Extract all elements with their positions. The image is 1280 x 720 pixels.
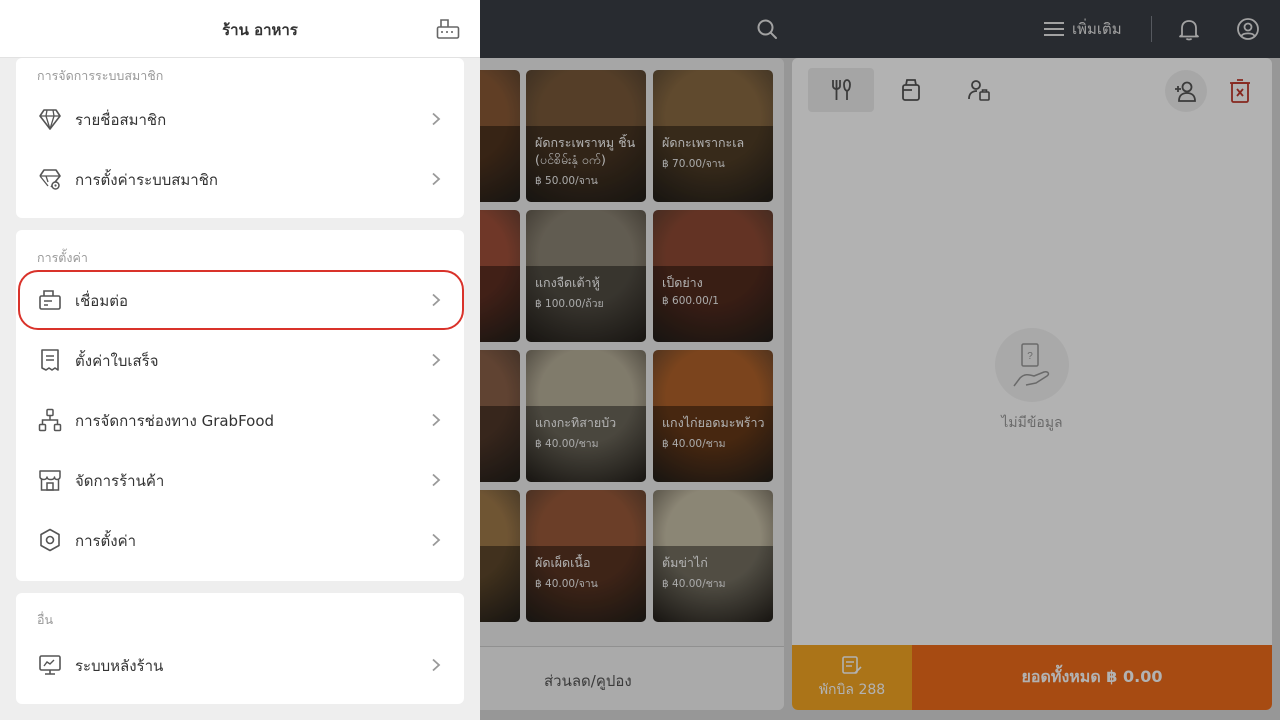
section-title-member: การจัดการระบบสมาชิก <box>37 68 164 83</box>
monitor-icon <box>39 655 61 675</box>
menu-item-label: จัดการร้านค้า <box>75 472 165 490</box>
menu-item-back-office[interactable]: ระบบหลังร้าน <box>16 635 464 695</box>
chevron-right-icon <box>432 533 441 547</box>
chevron-right-icon <box>432 658 441 672</box>
menu-item-label: การตั้งค่า <box>75 532 137 550</box>
store-icon <box>39 470 61 491</box>
menu-item-store-management[interactable]: จัดการร้านค้า <box>16 450 464 510</box>
drawer-header: ร้าน อาหาร <box>0 0 480 58</box>
menu-item-member-settings[interactable]: การตั้งค่าระบบสมาชิก <box>16 149 464 209</box>
section-title-other: อื่น <box>37 612 54 627</box>
settings-hex-icon <box>40 528 60 552</box>
menu-item-label: รายชื่อสมาชิก <box>75 111 167 129</box>
chevron-right-icon <box>432 353 441 367</box>
section-title-settings: การตั้งค่า <box>37 250 88 265</box>
menu-item-label: การตั้งค่าระบบสมาชิก <box>75 171 218 189</box>
menu-item-receipt-settings[interactable]: ตั้งค่าใบเสร็จ <box>16 330 464 390</box>
chevron-right-icon <box>432 413 441 427</box>
menu-item-label: ตั้งค่าใบเสร็จ <box>75 352 159 370</box>
chevron-right-icon <box>432 473 441 487</box>
menu-item-label: ระบบหลังร้าน <box>75 657 164 675</box>
menu-item-label: การจัดการช่องทาง GrabFood <box>75 412 275 430</box>
diamond-icon <box>39 109 61 130</box>
network-icon <box>38 408 62 432</box>
other-card: อื่น ระบบหลังร้าน <box>16 593 464 704</box>
menu-item-grabfood-channel[interactable]: การจัดการช่องทาง GrabFood <box>16 390 464 450</box>
menu-item-member-list[interactable]: รายชื่อสมาชิก <box>16 89 464 149</box>
receipt-icon <box>41 349 59 371</box>
member-management-card: การจัดการระบบสมาชิก รายชื่อสมาชิก การตั้… <box>16 58 464 218</box>
diamond-gear-icon <box>39 169 61 190</box>
connection-highlight-ring <box>18 270 464 330</box>
menu-item-settings[interactable]: การตั้งค่า <box>16 510 464 570</box>
chevron-right-icon <box>432 172 441 186</box>
side-drawer: ร้าน อาหาร การจัดการระบบสมาชิก รายชื่อสม… <box>0 0 480 720</box>
cash-drawer-icon[interactable] <box>436 18 460 40</box>
chevron-right-icon <box>432 112 441 126</box>
